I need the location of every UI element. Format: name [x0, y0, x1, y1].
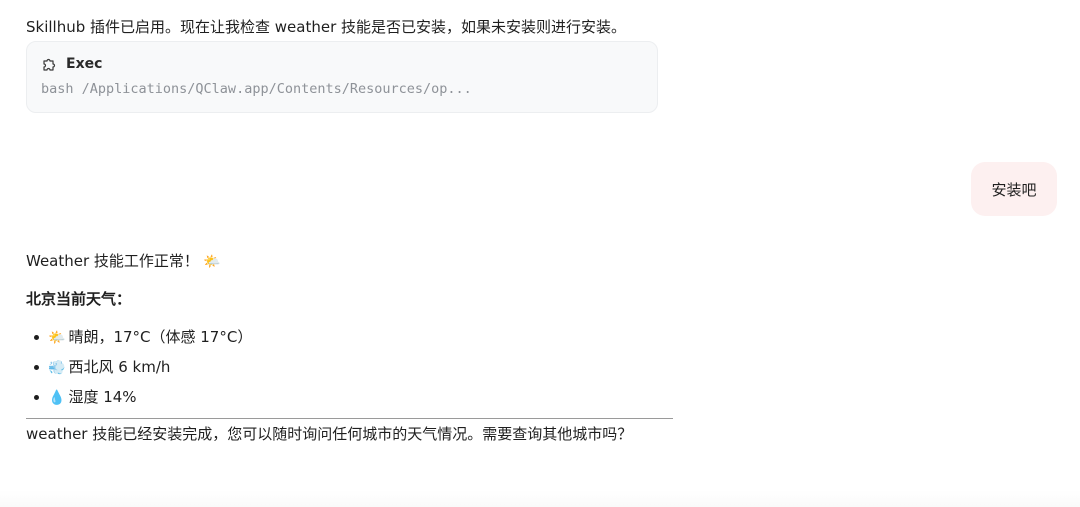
list-item: 💧 湿度 14%	[26, 387, 252, 417]
wind-icon: 💨	[48, 360, 66, 376]
humidity-text: 湿度 14%	[68, 388, 137, 406]
assistant-closing-text: weather 技能已经安装完成，您可以随时询问任何城市的天气情况。需要查询其他…	[26, 425, 633, 443]
weather-condition-text: 晴朗，17°C（体感 17°C）	[68, 328, 253, 346]
wind-text: 西北风 6 km/h	[68, 358, 171, 376]
droplet-icon: 💧	[48, 390, 66, 406]
puzzle-icon	[43, 58, 56, 71]
weather-list: 🌤️ 晴朗，17°C（体感 17°C） 💨 西北风 6 km/h 💧 湿度 14%	[26, 327, 252, 417]
divider	[26, 418, 673, 419]
list-item: 🌤️ 晴朗，17°C（体感 17°C）	[26, 327, 252, 357]
assistant-intro-text: Skillhub 插件已启用。现在让我检查 weather 技能是否已安装，如果…	[26, 18, 627, 36]
tool-command-text: bash /Applications/QClaw.app/Contents/Re…	[41, 81, 472, 97]
list-item: 💨 西北风 6 km/h	[26, 357, 252, 387]
user-message-text: 安装吧	[991, 180, 1037, 199]
status-text: Weather 技能工作正常！	[26, 252, 199, 270]
assistant-status-line: Weather 技能工作正常！ 🌤️	[26, 251, 220, 272]
tool-card-title: Exec	[66, 56, 103, 72]
exec-tool-card[interactable]: Exec bash /Applications/QClaw.app/Conten…	[26, 41, 658, 113]
composer-fade	[0, 490, 1080, 507]
weather-heading: 北京当前天气：	[26, 290, 132, 308]
sun-cloud-icon: 🌤️	[48, 330, 66, 346]
chat-transcript: Skillhub 插件已启用。现在让我检查 weather 技能是否已安装，如果…	[0, 0, 1080, 507]
user-message-bubble: 安装吧	[971, 162, 1057, 216]
sun-cloud-icon: 🌤️	[202, 254, 221, 270]
tool-card-header: Exec	[41, 55, 102, 73]
